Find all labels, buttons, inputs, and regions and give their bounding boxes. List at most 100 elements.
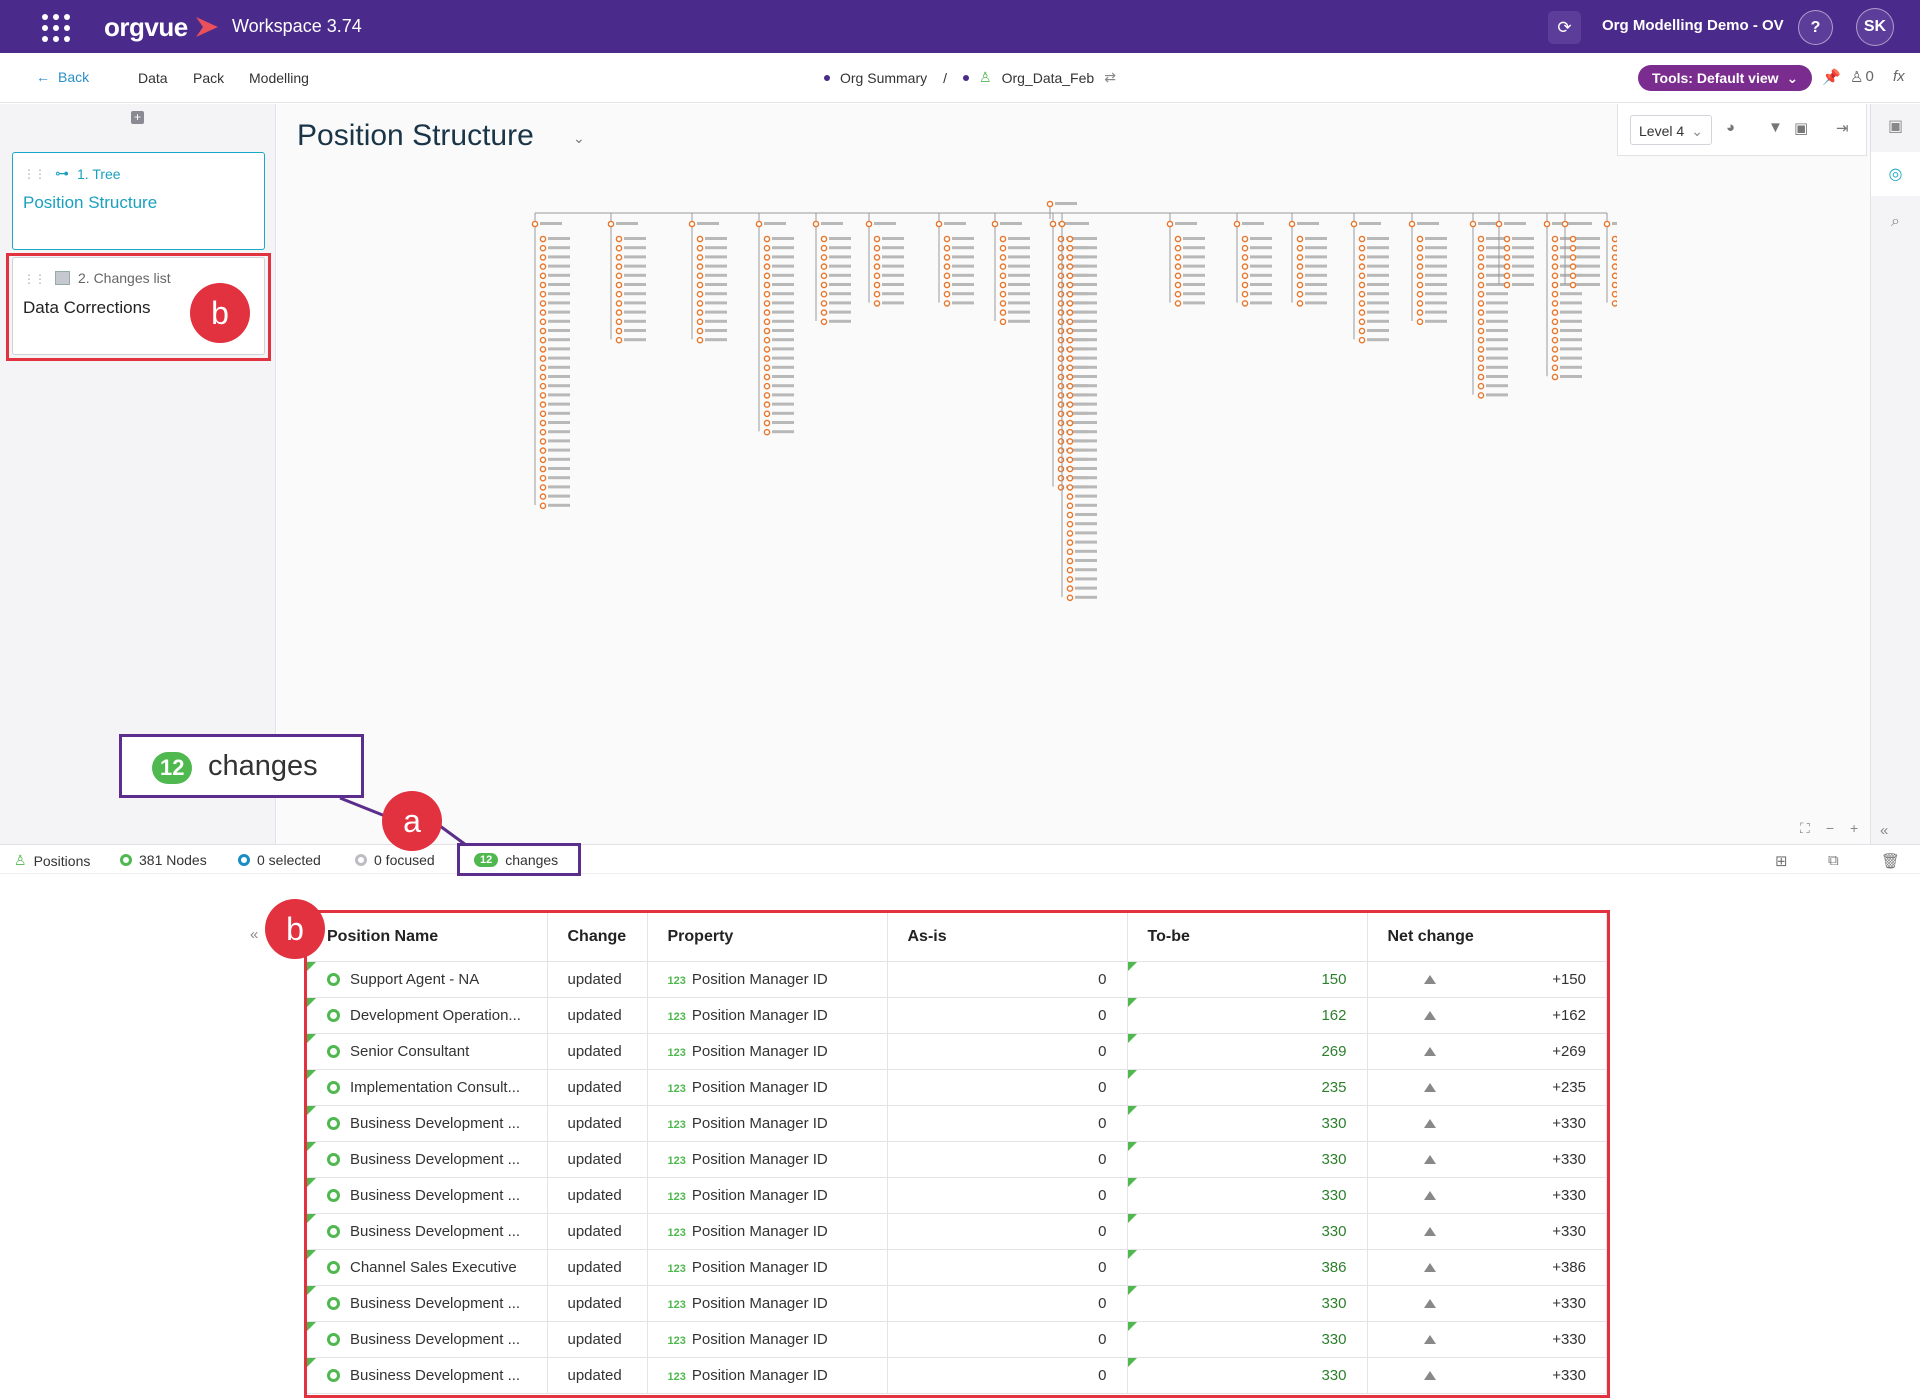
tree-node[interactable] <box>1477 300 1485 307</box>
tree-node[interactable] <box>1296 254 1304 261</box>
tree-node[interactable] <box>763 373 771 381</box>
tree-node[interactable] <box>539 272 547 280</box>
tree-node[interactable] <box>615 263 623 270</box>
tree-node[interactable] <box>539 290 547 298</box>
tree-node[interactable] <box>1569 235 1577 243</box>
tree-node[interactable] <box>1543 220 1551 228</box>
tree-node[interactable] <box>1551 364 1559 372</box>
tree-node[interactable] <box>1296 290 1304 298</box>
tree-node[interactable] <box>873 254 881 261</box>
tree-node[interactable] <box>873 263 881 270</box>
collapse-left-icon[interactable]: « <box>250 926 258 943</box>
tree-node[interactable] <box>1551 336 1559 344</box>
tree-node[interactable] <box>1057 419 1065 427</box>
tree-node[interactable] <box>1358 318 1366 326</box>
tree-node[interactable] <box>1057 484 1065 491</box>
tree-node[interactable] <box>696 254 704 261</box>
tree-node[interactable] <box>1057 364 1065 372</box>
tree-node[interactable] <box>1057 290 1065 298</box>
tree-node[interactable] <box>1066 530 1074 537</box>
tree-node[interactable] <box>755 220 763 228</box>
tree-node[interactable] <box>1561 220 1569 228</box>
tree-node[interactable] <box>615 300 623 307</box>
tree-node[interactable] <box>873 272 881 280</box>
tree-node[interactable] <box>763 428 771 436</box>
tree-node[interactable] <box>696 290 704 298</box>
duplicate-icon[interactable]: ⧉ <box>1828 852 1839 869</box>
positions-toggle[interactable]: ♙ Positions <box>14 852 90 869</box>
tree-node[interactable] <box>763 382 771 390</box>
pin-icon[interactable]: 📌 <box>1822 68 1841 86</box>
tree-node[interactable] <box>1416 263 1424 270</box>
tree-node[interactable] <box>763 355 771 362</box>
zoom-out-icon[interactable]: − <box>1826 820 1834 837</box>
tree-node[interactable] <box>539 244 547 252</box>
tree-node[interactable] <box>539 235 547 243</box>
tree-node[interactable] <box>696 327 704 335</box>
tree-node[interactable] <box>1358 327 1366 335</box>
position-name-cell[interactable]: Business Development ... <box>307 1105 548 1142</box>
tree-node[interactable] <box>615 254 623 261</box>
tree-node[interactable] <box>1551 281 1559 289</box>
tree-node[interactable] <box>539 318 547 326</box>
tree-node[interactable] <box>873 281 881 289</box>
tree-node[interactable] <box>1057 392 1065 399</box>
tree-node[interactable] <box>1358 244 1366 252</box>
tree-node[interactable] <box>615 327 623 335</box>
col-to-be[interactable]: To-be <box>1127 913 1368 962</box>
tree-node[interactable] <box>1416 272 1424 280</box>
tree-node[interactable] <box>539 263 547 270</box>
tree-node[interactable] <box>999 318 1007 326</box>
tree-node[interactable] <box>1408 220 1416 228</box>
tree-node[interactable] <box>1066 355 1074 362</box>
tree-node[interactable] <box>1551 355 1559 362</box>
col-net-change[interactable]: Net change <box>1367 913 1607 962</box>
position-name-cell[interactable]: Senior Consultant <box>307 1033 548 1070</box>
tree-node[interactable] <box>1057 401 1065 408</box>
tree-node[interactable] <box>615 244 623 252</box>
tree-node[interactable] <box>1477 309 1485 316</box>
tree-node[interactable] <box>1358 290 1366 298</box>
tree-node[interactable] <box>1057 373 1065 381</box>
tree-node[interactable] <box>763 401 771 408</box>
tree-node[interactable] <box>820 235 828 243</box>
tree-node[interactable] <box>539 410 547 418</box>
tree-node[interactable] <box>1296 281 1304 289</box>
tree-node[interactable] <box>1611 254 1617 261</box>
position-name-cell[interactable]: Business Development ... <box>307 1141 548 1178</box>
tree-node[interactable] <box>1611 244 1617 252</box>
tree-node[interactable] <box>1569 272 1577 280</box>
tree-node[interactable] <box>999 281 1007 289</box>
table-row[interactable]: Business Development ... updated 123 Positi… <box>307 1357 1607 1394</box>
tree-node[interactable] <box>539 447 547 454</box>
tree-node[interactable] <box>1057 254 1065 261</box>
tree-node[interactable] <box>1057 300 1065 307</box>
table-row[interactable]: Business Development ... updated 123 Positi… <box>307 1213 1607 1250</box>
tree-node[interactable] <box>1416 318 1424 326</box>
tree-node[interactable] <box>999 235 1007 243</box>
tree-node[interactable] <box>1551 263 1559 270</box>
table-row[interactable]: Channel Sales Executive updated 123 Positio… <box>307 1249 1607 1286</box>
tree-node[interactable] <box>999 254 1007 261</box>
tree-node[interactable] <box>1049 220 1057 228</box>
tree-node[interactable] <box>820 309 828 316</box>
tree-node[interactable] <box>943 235 951 243</box>
tree-node[interactable] <box>1296 235 1304 243</box>
tree-node[interactable] <box>1046 200 1054 208</box>
tree-node[interactable] <box>1477 373 1485 381</box>
tree-node[interactable] <box>1416 290 1424 298</box>
tree-node[interactable] <box>1569 263 1577 270</box>
tree-node[interactable] <box>1057 465 1065 473</box>
tree-node[interactable] <box>539 300 547 307</box>
breadcrumb-summary[interactable]: Org Summary <box>840 70 927 86</box>
tree-node[interactable] <box>1569 281 1577 289</box>
zoom-in-icon[interactable]: + <box>1850 820 1858 837</box>
breadcrumb-dataset[interactable]: Org_Data_Feb <box>1002 70 1095 86</box>
tree-node[interactable] <box>1503 272 1511 280</box>
tree-node[interactable] <box>696 309 704 316</box>
tree-node[interactable] <box>1057 474 1065 482</box>
tree-node[interactable] <box>873 300 881 307</box>
tree-node[interactable] <box>763 392 771 399</box>
tree-node[interactable] <box>688 220 696 228</box>
tree-node[interactable] <box>1066 539 1074 546</box>
